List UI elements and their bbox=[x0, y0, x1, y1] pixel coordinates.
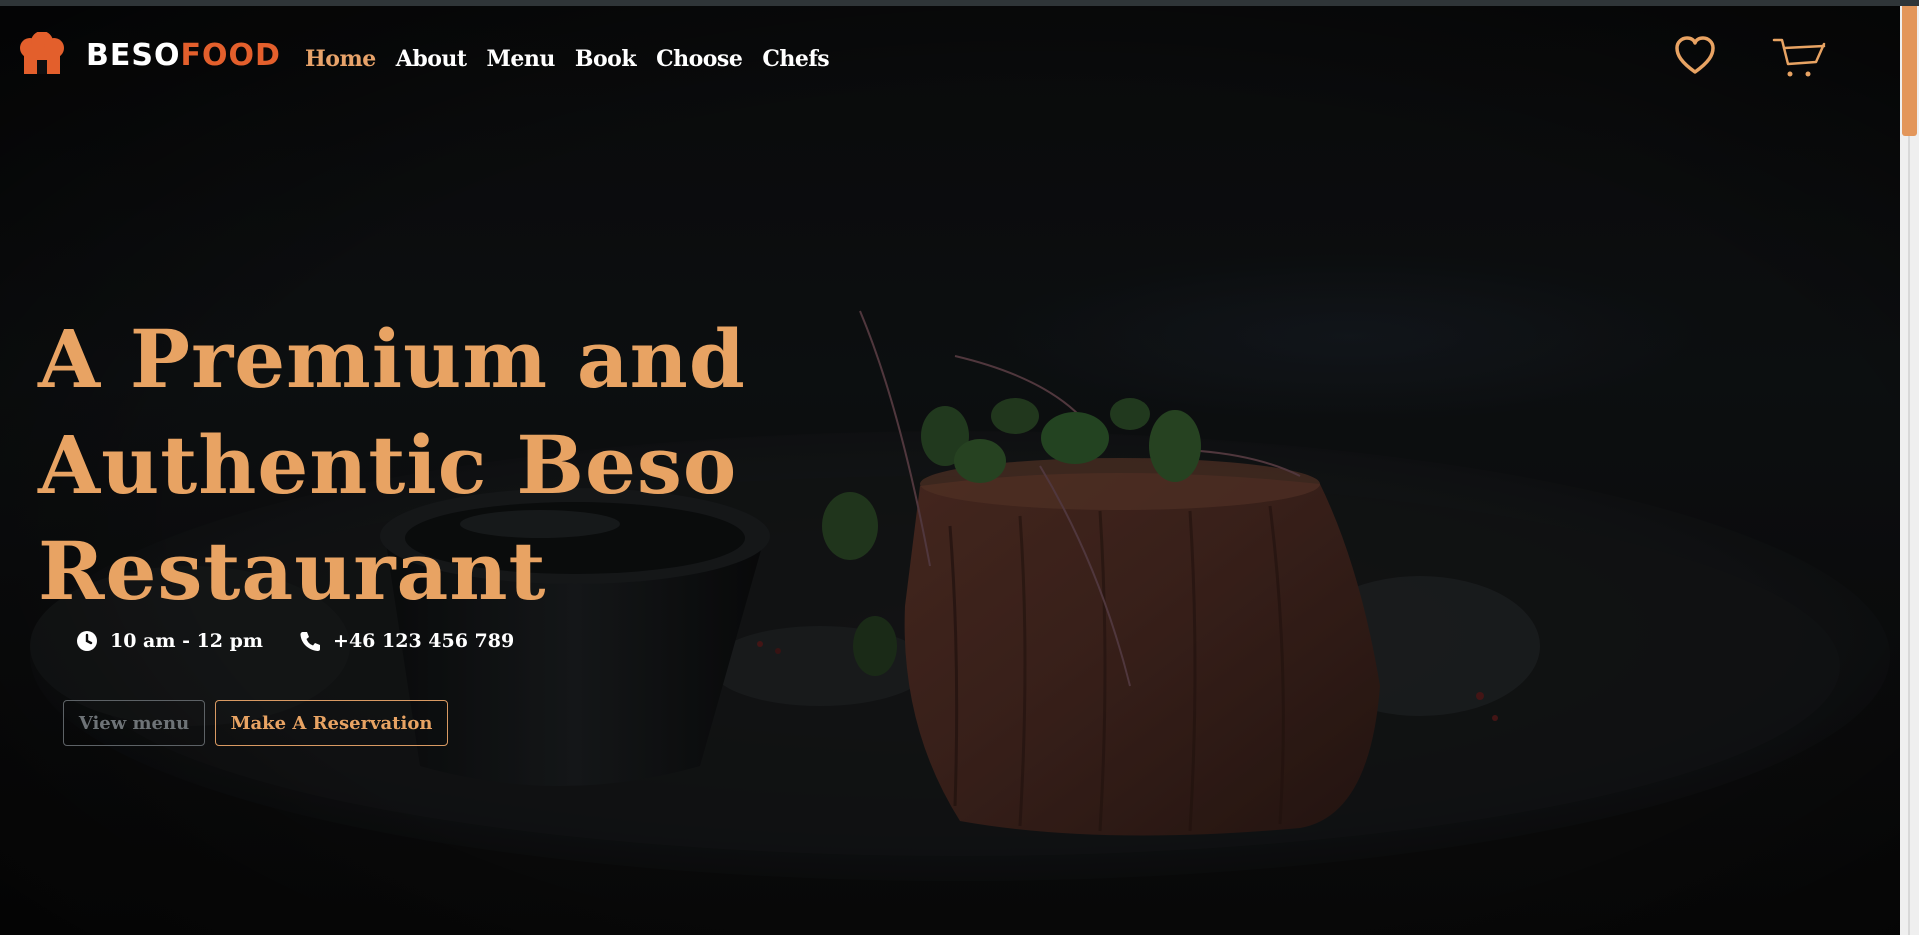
phone-icon bbox=[300, 632, 321, 651]
scrollbar-thumb[interactable] bbox=[1902, 6, 1917, 136]
clock-icon bbox=[77, 631, 97, 651]
hero-section: BESOFOOD Home About Menu Book Choose Che… bbox=[0, 6, 1900, 935]
nav-item-book[interactable]: Book bbox=[575, 46, 637, 72]
brand-logo[interactable]: BESOFOOD bbox=[16, 28, 280, 76]
brand-name-part2: FOOD bbox=[180, 38, 281, 73]
cart-icon bbox=[1772, 38, 1826, 77]
hero-info-row: 10 am - 12 pm +46 123 456 789 bbox=[76, 630, 514, 652]
brand-name-part1: BESO bbox=[86, 38, 181, 73]
opening-hours-text: 10 am - 12 pm bbox=[110, 630, 264, 652]
hero-headline-line1: A Premium and bbox=[38, 312, 746, 406]
phone-contact[interactable]: +46 123 456 789 bbox=[299, 630, 514, 652]
heart-icon bbox=[1675, 36, 1715, 74]
hero-headline-line2: Authentic Beso bbox=[38, 418, 738, 512]
chef-hat-house-icon bbox=[20, 32, 64, 74]
hero-headline: A Premium and Authentic Beso Restaurant bbox=[38, 306, 798, 624]
main-nav: Home About Menu Book Choose Chefs bbox=[305, 46, 830, 72]
page-scrollbar[interactable] bbox=[1900, 6, 1919, 935]
opening-hours: 10 am - 12 pm bbox=[76, 630, 263, 652]
hero-headline-line3: Restaurant bbox=[38, 524, 547, 618]
make-reservation-button[interactable]: Make A Reservation bbox=[215, 700, 448, 746]
cart-button[interactable] bbox=[1772, 36, 1828, 80]
scrollbar-track bbox=[1908, 136, 1910, 935]
nav-item-choose[interactable]: Choose bbox=[656, 46, 743, 72]
nav-item-menu[interactable]: Menu bbox=[487, 46, 556, 72]
nav-item-chefs[interactable]: Chefs bbox=[762, 46, 829, 72]
nav-item-about[interactable]: About bbox=[396, 46, 467, 72]
favorites-button[interactable] bbox=[1673, 34, 1717, 78]
phone-number: +46 123 456 789 bbox=[333, 630, 515, 652]
nav-item-home[interactable]: Home bbox=[305, 46, 376, 72]
view-menu-button[interactable]: View menu bbox=[63, 700, 205, 746]
